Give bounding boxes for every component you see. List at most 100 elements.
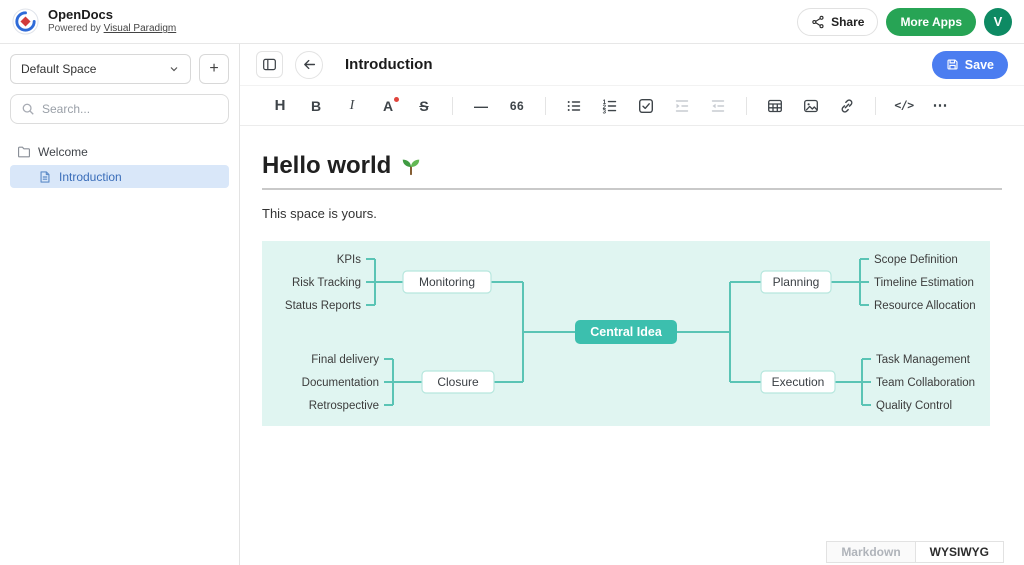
sidebar-panel-icon: [262, 57, 277, 72]
image-icon: [803, 98, 819, 114]
svg-text:3: 3: [603, 108, 607, 113]
horizontal-rule-icon: —: [474, 99, 488, 113]
mindmap-central-label: Central Idea: [590, 325, 663, 339]
save-label: Save: [965, 58, 994, 72]
folder-icon: [17, 145, 31, 159]
toolbar-blockquote-button[interactable]: 66: [501, 91, 533, 121]
doc-toolbar: Introduction Save: [240, 44, 1024, 86]
italic-icon: I: [350, 99, 355, 113]
toolbar-italic-button[interactable]: I: [336, 91, 368, 121]
toolbar-task-list-button[interactable]: [630, 91, 662, 121]
chevron-down-icon: [168, 63, 180, 75]
mindmap-leaf-label: Resource Allocation: [874, 300, 976, 312]
search-box: [10, 94, 229, 124]
toolbar-image-button[interactable]: [795, 91, 827, 121]
mindmap-leaf-label: Scope Definition: [874, 254, 958, 266]
mindmap-branch-label: Monitoring: [419, 275, 475, 289]
doc-heading-text: Hello world: [262, 152, 391, 180]
toolbar-more-button[interactable]: ⋯: [924, 91, 956, 121]
toolbar-bullet-list-button[interactable]: [558, 91, 590, 121]
page-tree: Welcome Introduction: [10, 140, 229, 188]
toolbar-horizontal-rule-button[interactable]: —: [465, 91, 497, 121]
toolbar-table-button[interactable]: [759, 91, 791, 121]
add-page-button[interactable]: +: [199, 54, 229, 84]
mode-tab-wysiwyg[interactable]: WYSIWYG: [915, 541, 1004, 563]
ordered-list-icon: 123: [602, 98, 618, 114]
toolbar-font-color-button[interactable]: A: [372, 91, 404, 121]
toolbar-divider: [875, 97, 876, 115]
toolbar-link-button[interactable]: [831, 91, 863, 121]
brand: OpenDocs Powered by Visual Paradigm: [48, 8, 176, 34]
mindmap-leaf-label: Task Management: [876, 354, 971, 366]
page-icon: [38, 170, 52, 184]
strikethrough-icon: S: [419, 99, 428, 113]
toolbar-divider: [545, 97, 546, 115]
indent-icon: [674, 98, 690, 114]
toolbar-strikethrough-button[interactable]: S: [408, 91, 440, 121]
header-actions: Share More Apps V: [797, 8, 1012, 36]
back-button[interactable]: [295, 51, 323, 79]
mindmap-leaf-label: Team Collaboration: [876, 377, 975, 389]
toolbar-indent-button[interactable]: [666, 91, 698, 121]
powered-by-text: Powered by: [48, 23, 101, 34]
tree-item-label: Welcome: [38, 145, 88, 159]
sidebar: Default Space + Welcome Introduction: [0, 44, 240, 565]
bullet-list-icon: [566, 98, 582, 114]
toolbar-heading-button[interactable]: H: [264, 91, 296, 121]
mindmap-svg: KPIs Risk Tracking Status Reports Monitorin…: [262, 241, 990, 426]
table-icon: [767, 98, 783, 114]
mindmap-branch-label: Planning: [773, 275, 820, 289]
toolbar-outdent-button[interactable]: [702, 91, 734, 121]
powered-by: Powered by Visual Paradigm: [48, 23, 176, 35]
heading-rule: [262, 188, 1002, 190]
mindmap-leaf-label: Quality Control: [876, 400, 952, 412]
mode-tab-markdown[interactable]: Markdown: [826, 541, 915, 563]
doc-paragraph: This space is yours.: [262, 206, 1002, 221]
save-icon: [946, 58, 959, 71]
more-apps-button[interactable]: More Apps: [886, 8, 976, 36]
heading-icon: H: [275, 98, 286, 113]
bold-icon: B: [311, 99, 321, 113]
mindmap-leaf-label: Risk Tracking: [292, 277, 361, 289]
app-header: OpenDocs Powered by Visual Paradigm Shar…: [0, 0, 1024, 44]
toolbar-code-button[interactable]: </>: [888, 91, 920, 121]
mindmap-branch-label: Closure: [437, 375, 479, 389]
doc-content: Hello world This space is yours. KPIs Ris…: [240, 126, 1024, 565]
mindmap-leaf-label: Retrospective: [309, 400, 379, 412]
seedling-emoji-icon: [400, 155, 422, 177]
save-button[interactable]: Save: [932, 51, 1008, 79]
tree-item-introduction[interactable]: Introduction: [10, 165, 229, 188]
page-title: Introduction: [345, 56, 432, 73]
mindmap-leaf-label: Status Reports: [285, 300, 361, 312]
toolbar-divider: [746, 97, 747, 115]
space-selector-value: Default Space: [21, 62, 96, 76]
search-icon: [21, 102, 35, 116]
tree-item-welcome[interactable]: Welcome: [10, 140, 229, 163]
toggle-sidebar-button[interactable]: [256, 51, 283, 78]
mindmap-leaf-label: Timeline Estimation: [874, 277, 974, 289]
task-list-icon: [638, 98, 654, 114]
more-icon: ⋯: [933, 98, 948, 113]
doc-heading: Hello world: [262, 152, 1002, 180]
opendocs-app: OpenDocs Powered by Visual Paradigm Shar…: [0, 0, 1024, 565]
avatar[interactable]: V: [984, 8, 1012, 36]
app-title: OpenDocs: [48, 8, 176, 23]
mindmap-leaf-label: KPIs: [337, 254, 362, 266]
search-input[interactable]: [42, 102, 218, 116]
opendocs-logo-icon: [12, 8, 39, 35]
toolbar-ordered-list-button[interactable]: 123: [594, 91, 626, 121]
share-button[interactable]: Share: [797, 8, 878, 36]
powered-by-link[interactable]: Visual Paradigm: [104, 23, 177, 34]
tree-item-label: Introduction: [59, 170, 122, 184]
font-color-icon: A: [383, 99, 393, 113]
code-icon: </>: [894, 100, 913, 112]
mindmap: KPIs Risk Tracking Status Reports Monitorin…: [262, 241, 990, 426]
space-row: Default Space +: [10, 54, 229, 84]
editor: Introduction Save H B I A S — 66 123 </> ⋯ Hello …: [240, 44, 1024, 565]
space-selector[interactable]: Default Space: [10, 54, 191, 84]
mindmap-branch-label: Execution: [772, 375, 825, 389]
format-toolbar: H B I A S — 66 123 </> ⋯: [240, 86, 1024, 126]
mindmap-leaf-label: Documentation: [302, 377, 379, 389]
share-label: Share: [831, 15, 864, 29]
toolbar-bold-button[interactable]: B: [300, 91, 332, 121]
